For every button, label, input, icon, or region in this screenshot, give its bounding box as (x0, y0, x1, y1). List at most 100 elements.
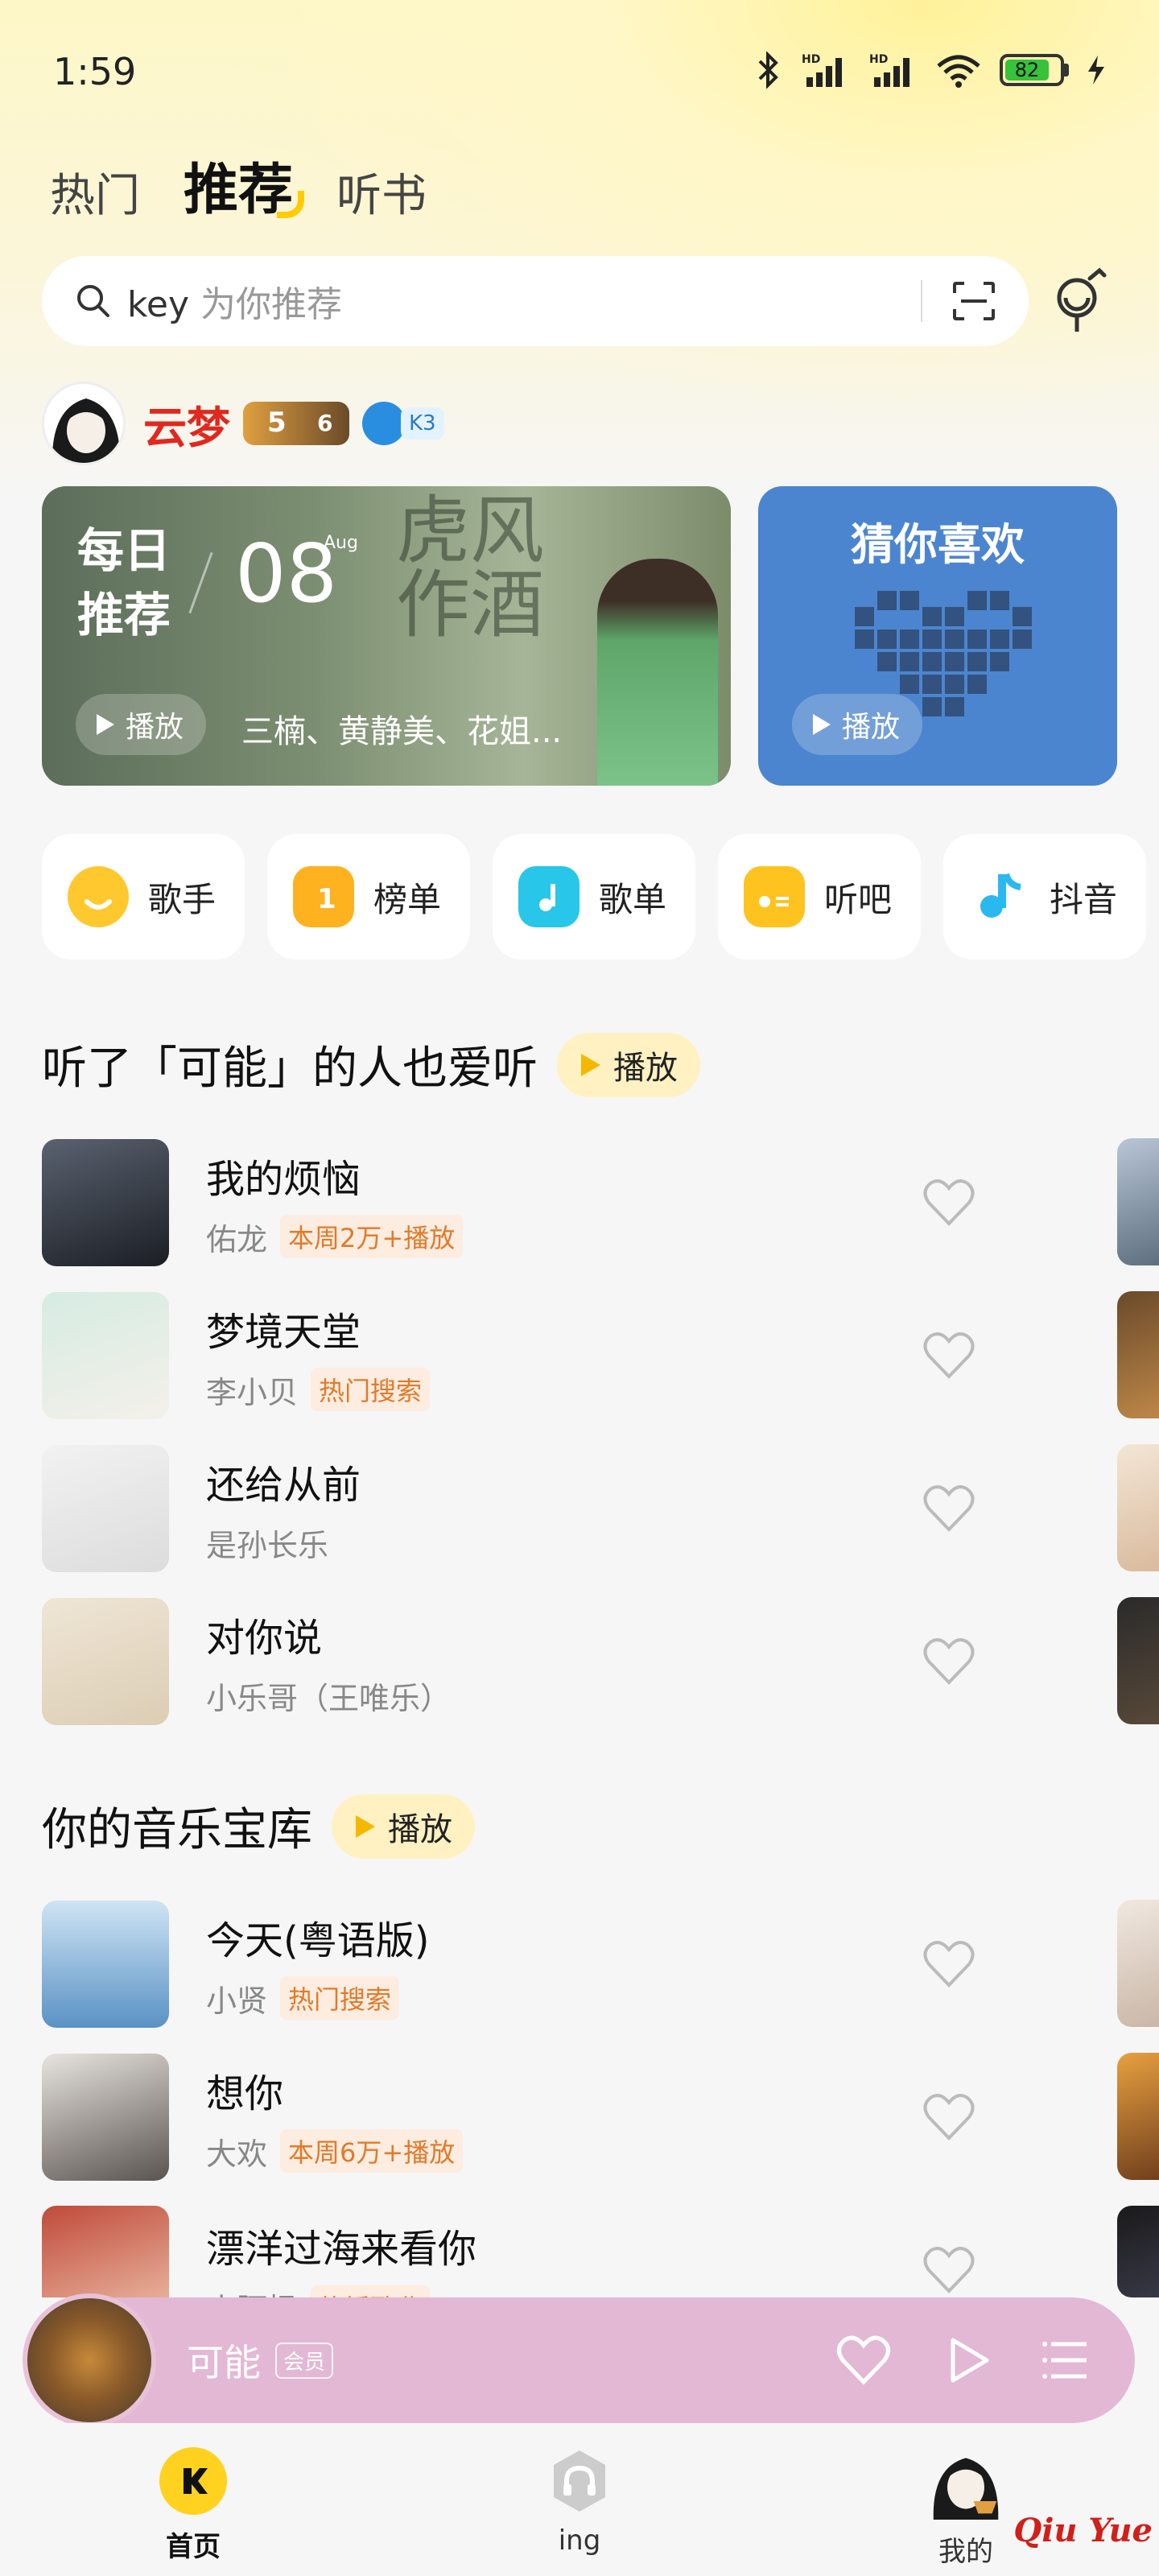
scan-icon[interactable] (951, 280, 996, 322)
song-artist: 小乐哥（王唯乐） (206, 1680, 452, 1716)
vip-level-badge: 5 6 (243, 402, 349, 445)
peek-cover (1117, 2053, 1159, 2180)
search-bar[interactable]: key 为你推荐 (42, 256, 1029, 346)
user-name: 云梦 (143, 402, 230, 453)
battery-level: 82 (1005, 59, 1050, 81)
watermark: Qiu Yue (1013, 2512, 1153, 2549)
avatar-image (52, 398, 121, 463)
song-artist: 佑龙 (206, 1221, 268, 1257)
song-artist: 是孙长乐 (206, 1527, 329, 1563)
vip-level-sub: 6 (317, 410, 333, 436)
category-chart[interactable]: 1 榜单 (267, 834, 470, 960)
guess-you-like-card[interactable]: 猜你喜欢 播放 (758, 486, 1117, 786)
song-row[interactable]: 梦境天堂 李小贝 热门搜索 (42, 1291, 1117, 1420)
guess-play-button[interactable]: 播放 (792, 694, 923, 755)
daily-recommend-card[interactable]: 虎风作酒 每日推荐 08 Aug 播放 三楠、黄静美、花姐... (42, 486, 731, 786)
song-cover (42, 1139, 169, 1266)
song-cover (42, 1598, 169, 1725)
vip-badge: 会员 (275, 2342, 334, 2379)
avatar[interactable] (42, 382, 126, 465)
peek-cover (1117, 1138, 1159, 1265)
song-cover (42, 1445, 169, 1572)
song-title: 对你说 (206, 1615, 323, 1661)
nav-home[interactable]: 首页 (113, 2447, 274, 2564)
top-tabs: 热门 推荐 听书 (50, 145, 427, 225)
song-cover (42, 1901, 169, 2028)
tab-active-indicator (277, 191, 305, 218)
tab-recommend[interactable]: 推荐 (184, 145, 305, 225)
heart-icon[interactable] (835, 2335, 892, 2385)
category-row: 歌手 1 榜单 歌单 听吧 抖音 (42, 834, 1146, 960)
play-icon (813, 714, 831, 735)
song-artist: 小阿枫 (206, 2285, 298, 2297)
vip-level-main: 5 (267, 407, 287, 439)
k-level-badge: K3 (362, 402, 444, 445)
guess-play-label: 播放 (842, 711, 901, 744)
song-artist: 大欢 (206, 2136, 268, 2172)
douyin-icon (969, 866, 1030, 927)
mini-player[interactable]: 可能 会员 (23, 2293, 1135, 2427)
section-play-label: 播放 (613, 1049, 678, 1087)
daily-cover-art-text: 虎风作酒 (396, 488, 545, 648)
search-placeholder: 为你推荐 (200, 284, 343, 325)
nav-label: ing (558, 2524, 601, 2557)
radio-icon (744, 866, 805, 927)
chart-icon: 1 (293, 866, 354, 927)
daily-day: 08 (235, 526, 338, 621)
peek-cover (1117, 1597, 1159, 1724)
category-label: 榜单 (373, 879, 442, 919)
section-play-button[interactable]: 播放 (557, 1032, 700, 1097)
song-tag: 热播歌曲 (311, 2285, 431, 2297)
tab-audiobook[interactable]: 听书 (336, 159, 427, 225)
song-tag: 本周6万+播放 (280, 2129, 464, 2173)
section-header: 你的音乐宝库 播放 (42, 1794, 475, 1859)
signal-hd-icon: HD (802, 53, 842, 87)
song-row[interactable]: 还给从前 是孙长乐 (42, 1444, 1117, 1573)
wifi-icon (937, 55, 980, 88)
tab-hot[interactable]: 热门 (50, 159, 140, 225)
user-row[interactable]: 云梦 5 6 K3 (42, 382, 444, 465)
svg-text:HD: HD (869, 53, 888, 66)
heart-icon[interactable] (922, 1637, 975, 1686)
category-playlist[interactable]: 歌单 (493, 834, 695, 960)
peek-cover (1117, 1444, 1159, 1571)
play-icon[interactable] (947, 2335, 992, 2385)
mini-player-cover[interactable] (23, 2293, 156, 2427)
section-title: 听了「可能」的人也爱听 (42, 1042, 538, 1095)
category-douyin[interactable]: 抖音 (943, 834, 1146, 960)
category-radio[interactable]: 听吧 (718, 834, 921, 960)
search-icon (77, 285, 109, 317)
daily-play-button[interactable]: 播放 (76, 694, 207, 755)
heart-icon[interactable] (922, 2246, 975, 2294)
bluetooth-icon (758, 52, 778, 89)
song-tag: 本周2万+播放 (280, 1215, 464, 1258)
k-level-icon (362, 402, 406, 445)
nav-ing[interactable]: ing (499, 2447, 660, 2557)
category-label: 听吧 (824, 879, 893, 919)
song-row[interactable]: 今天(粤语版) 小贤 热门搜索 (42, 1900, 1117, 2029)
search-divider (921, 280, 922, 322)
heart-icon[interactable] (922, 1940, 975, 1988)
svg-text:1: 1 (317, 883, 336, 915)
song-row[interactable]: 我的烦恼 佑龙 本周2万+播放 (42, 1138, 1117, 1267)
section-play-button[interactable]: 播放 (332, 1794, 475, 1859)
heart-icon[interactable] (922, 2093, 975, 2141)
signal-hd-icon: HD (869, 53, 909, 87)
playlist-queue-icon[interactable] (1041, 2338, 1090, 2383)
song-row[interactable]: 对你说 小乐哥（王唯乐） (42, 1597, 1117, 1726)
daily-month: Aug (324, 533, 358, 553)
heart-icon[interactable] (922, 1179, 975, 1227)
voice-search-icon[interactable] (1050, 266, 1109, 336)
song-cover (42, 2206, 169, 2297)
singer-icon (68, 866, 129, 927)
heart-icon[interactable] (922, 1484, 975, 1533)
search-input[interactable]: key 为你推荐 (127, 275, 342, 327)
category-singer[interactable]: 歌手 (42, 834, 245, 960)
nav-mine[interactable]: 我的 (885, 2447, 1046, 2569)
song-row[interactable]: 想你 大欢 本周6万+播放 (42, 2053, 1117, 2182)
home-icon (159, 2447, 227, 2515)
song-row[interactable]: 漂洋过海来看你 小阿枫 热播歌曲 (42, 2206, 1117, 2297)
headphones-icon (554, 2450, 605, 2512)
heart-icon[interactable] (922, 1331, 975, 1380)
section-title: 你的音乐宝库 (42, 1804, 312, 1856)
